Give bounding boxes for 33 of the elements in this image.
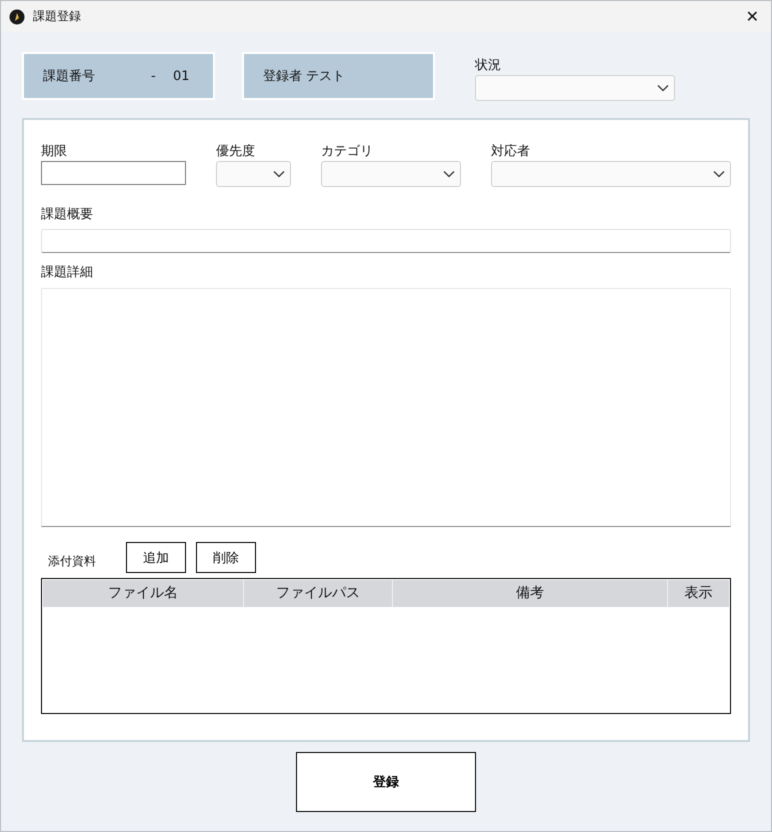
chevron-down-icon	[443, 170, 455, 178]
field-label: 課題概要	[41, 206, 94, 224]
chevron-down-icon	[713, 170, 725, 178]
chevron-down-icon	[657, 84, 669, 92]
action-button[interactable]: 削除	[196, 542, 256, 573]
field-label: 課題番号	[43, 68, 96, 85]
dropdown-field[interactable]	[216, 161, 291, 187]
field-value: テスト	[306, 68, 345, 85]
field-label: カテゴリ	[321, 143, 374, 161]
field-label: 課題詳細	[41, 264, 94, 282]
field-label: 期限	[41, 143, 68, 161]
column-header: ファイル名	[43, 580, 244, 607]
field-label: 登録者	[263, 68, 303, 85]
field-label: 優先度	[216, 143, 256, 161]
app-icon	[9, 8, 25, 24]
window-title: 課題登録	[33, 8, 81, 25]
text-area[interactable]	[41, 288, 731, 527]
field-label: 状況	[475, 57, 502, 75]
field-value: 01	[173, 68, 190, 84]
column-header: ファイルパス	[244, 580, 393, 607]
action-button[interactable]: 追加	[126, 542, 186, 573]
input-field[interactable]	[41, 161, 186, 185]
field-label: 対応者	[491, 143, 531, 161]
column-header: 表示	[684, 584, 714, 603]
column-header: 備考	[392, 580, 668, 607]
close-button[interactable]: ✕	[742, 7, 763, 26]
dropdown-field[interactable]	[491, 161, 731, 187]
status-dropdown[interactable]	[475, 75, 675, 101]
dropdown-field[interactable]	[321, 161, 461, 187]
field-label: 添付資料	[48, 553, 97, 570]
register-button[interactable]: 登録	[296, 752, 476, 812]
chevron-down-icon	[273, 170, 285, 178]
separator-text: -	[151, 68, 157, 84]
